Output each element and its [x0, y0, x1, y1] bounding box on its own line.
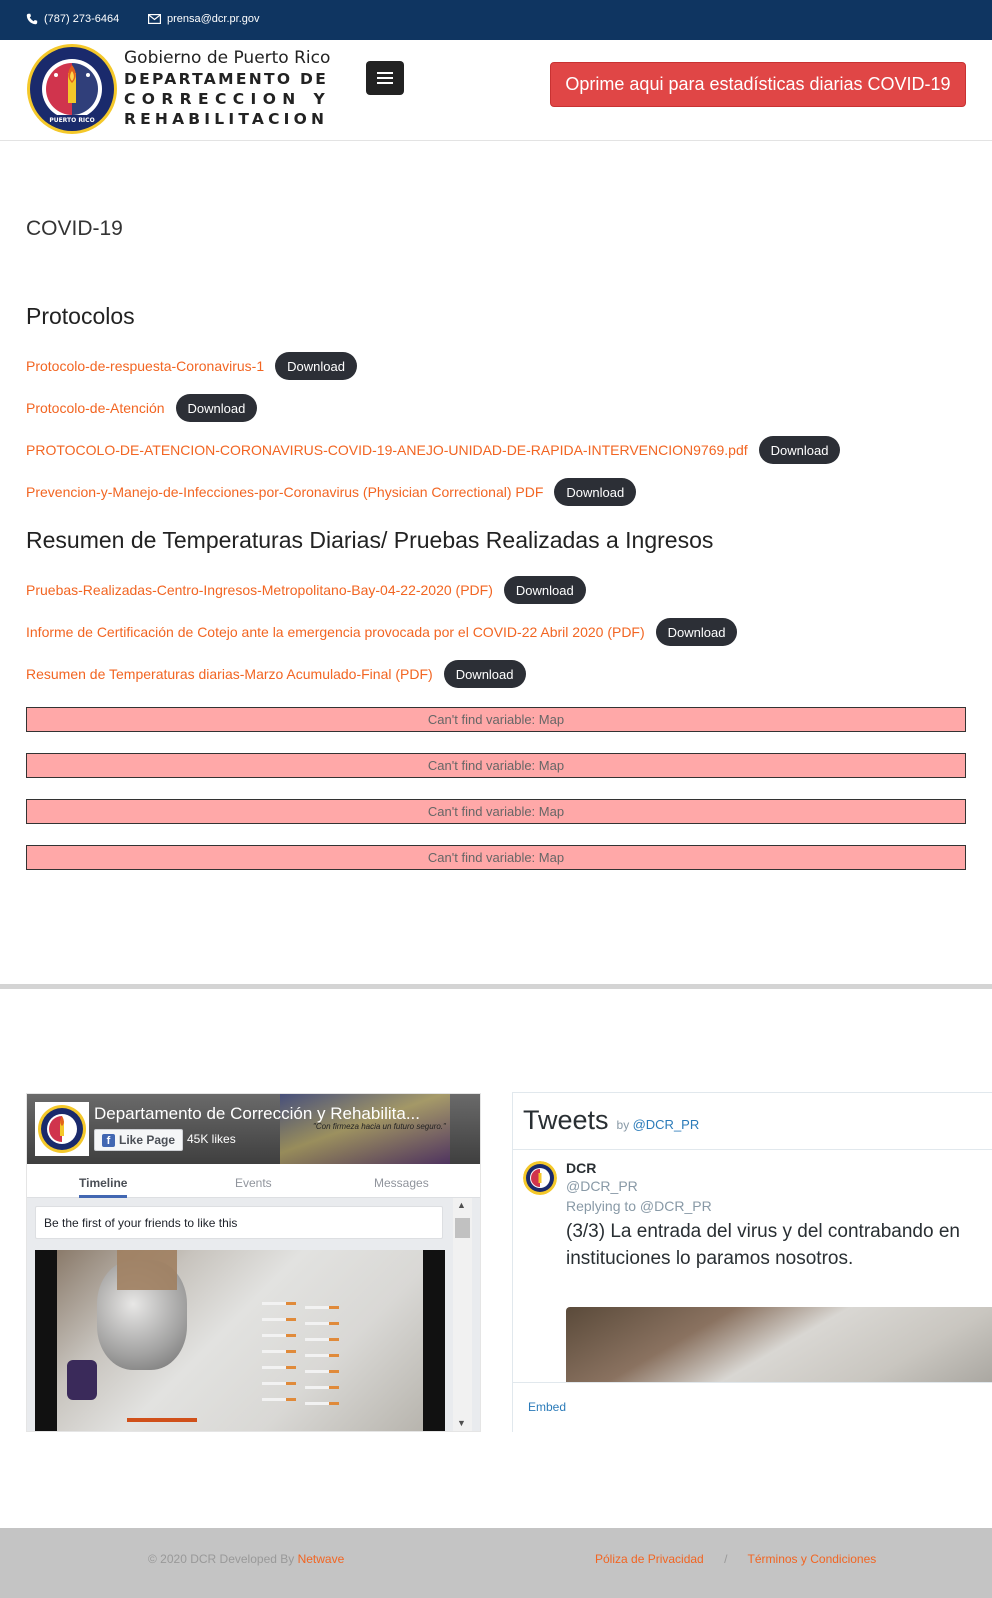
download-button[interactable]: Download [443, 660, 526, 688]
download-button[interactable]: Download [503, 576, 586, 604]
tweet-author-avatar[interactable] [523, 1161, 557, 1195]
tweet-media-image[interactable] [566, 1307, 992, 1382]
like-page-label: Like Page [119, 1133, 176, 1147]
logo-government: Gobierno de Puerto Rico [124, 48, 331, 68]
download-row: PROTOCOLO-DE-ATENCION-CORONAVIRUS-COVID-… [26, 436, 841, 464]
dcr-seal-logo[interactable]: PUERTO RICO [26, 43, 118, 135]
tweet-text-line: (3/3) La entrada del virus y del contrab… [566, 1221, 960, 1242]
document-link[interactable]: PROTOCOLO-DE-ATENCION-CORONAVIRUS-COVID-… [26, 442, 748, 458]
logo-dept-line3: REHABILITACION [124, 110, 329, 128]
section-heading-temperaturas: Resumen de Temperaturas Diarias/ Pruebas… [26, 527, 714, 553]
hamburger-menu-button[interactable] [366, 61, 404, 95]
document-link[interactable]: Prevencion-y-Manejo-de-Infecciones-por-C… [26, 484, 543, 500]
facebook-scrollbar[interactable]: ▲ ▼ [453, 1198, 472, 1431]
download-button[interactable]: Download [758, 436, 841, 464]
facebook-page-widget[interactable]: "Con firmeza hacia un futuro seguro." De… [26, 1093, 481, 1432]
map-error-box: Can't find variable: Map [26, 707, 966, 732]
download-button[interactable]: Download [275, 352, 357, 380]
like-page-button[interactable]: f Like Page [94, 1129, 184, 1151]
section-heading-protocolos: Protocolos [26, 303, 135, 329]
download-row: Resumen de Temperaturas diarias-Marzo Ac… [26, 660, 526, 688]
twitter-separator [513, 1149, 992, 1150]
download-row: Prevencion-y-Manejo-de-Infecciones-por-C… [26, 478, 637, 506]
embed-link[interactable]: Embed [528, 1400, 566, 1414]
footer-links: Póliza de Privacidad / Términos y Condic… [595, 1552, 876, 1566]
download-button[interactable]: Download [655, 618, 738, 646]
tweet-author-name[interactable]: DCR [566, 1160, 596, 1176]
photo-contraband [57, 1250, 423, 1431]
top-contact-bar: (787) 273-6464 prensa@dcr.pr.gov [0, 0, 992, 40]
map-error-box: Can't find variable: Map [26, 799, 966, 824]
phone-number: (787) 273-6464 [44, 13, 120, 25]
menu-icon-bar [377, 72, 393, 74]
footer-copyright: © 2020 DCR Developed By Netwave [148, 1552, 344, 1566]
twitter-footer: Embed [513, 1382, 992, 1432]
download-button[interactable]: Download [175, 394, 258, 422]
scrollbar-thumb[interactable] [455, 1218, 470, 1238]
timeline-photo[interactable] [35, 1250, 445, 1431]
facebook-tabs: Timeline Events Messages [27, 1164, 480, 1198]
site-header: PUERTO RICO Gobierno de Puerto Rico DEPA… [0, 40, 992, 141]
twitter-by: by @DCR_PR [617, 1117, 700, 1132]
scroll-down-icon[interactable]: ▼ [457, 1418, 466, 1428]
copyright-text: © 2020 DCR Developed By [148, 1552, 295, 1566]
email-contact[interactable]: prensa@dcr.pr.gov [148, 13, 260, 25]
footer-separator: / [724, 1552, 728, 1566]
twitter-header: Tweets by @DCR_PR [523, 1105, 699, 1136]
tweet-replying-to[interactable]: Replying to @DCR_PR [566, 1198, 712, 1214]
twitter-handle-link[interactable]: @DCR_PR [633, 1117, 700, 1132]
friends-like-notice: Be the first of your friends to like thi… [35, 1206, 443, 1239]
document-link[interactable]: Protocolo-de-Atención [26, 400, 165, 416]
page-title: COVID-19 [26, 217, 123, 240]
email-address: prensa@dcr.pr.gov [167, 13, 260, 25]
section-divider [0, 984, 992, 989]
site-footer: © 2020 DCR Developed By Netwave Póliza d… [0, 1528, 992, 1598]
phone-icon [26, 13, 38, 25]
scroll-up-icon[interactable]: ▲ [457, 1200, 466, 1210]
facebook-timeline: Be the first of your friends to like thi… [27, 1198, 480, 1431]
facebook-page-avatar[interactable] [35, 1102, 89, 1156]
menu-icon-bar [377, 77, 393, 79]
facebook-f-icon: f [102, 1133, 115, 1147]
envelope-icon [148, 14, 161, 24]
terms-link[interactable]: Términos y Condiciones [748, 1552, 877, 1566]
privacy-policy-link[interactable]: Póliza de Privacidad [595, 1552, 704, 1566]
download-row: Protocolo-de-respuesta-Coronavirus-1 Dow… [26, 352, 357, 380]
tweet-author-handle[interactable]: @DCR_PR [566, 1178, 638, 1194]
twitter-timeline-widget[interactable]: Tweets by @DCR_PR DCR @DCR_PR Replying t… [512, 1092, 992, 1432]
tab-timeline[interactable]: Timeline [79, 1176, 128, 1198]
tab-events[interactable]: Events [235, 1176, 272, 1190]
map-error-box: Can't find variable: Map [26, 753, 966, 778]
twitter-by-label: by [616, 1118, 630, 1132]
logo-dept-line1: DEPARTAMENTO DE [124, 70, 329, 88]
phone-contact[interactable]: (787) 273-6464 [26, 13, 119, 25]
facebook-likes-count: 45K likes [187, 1132, 236, 1146]
developer-link[interactable]: Netwave [298, 1552, 345, 1566]
menu-icon-bar [377, 82, 393, 84]
site-logo-text[interactable]: Gobierno de Puerto Rico DEPARTAMENTO DE … [124, 48, 331, 129]
document-link[interactable]: Pruebas-Realizadas-Centro-Ingresos-Metro… [26, 582, 493, 598]
tweet-text-line: instituciones lo paramos nosotros. [566, 1248, 854, 1269]
download-row: Protocolo-de-Atención Download [26, 394, 258, 422]
download-row: Pruebas-Realizadas-Centro-Ingresos-Metro… [26, 576, 586, 604]
download-row: Informe de Certificación de Cotejo ante … [26, 618, 738, 646]
tab-messages[interactable]: Messages [374, 1176, 429, 1190]
map-error-box: Can't find variable: Map [26, 845, 966, 870]
download-button[interactable]: Download [554, 478, 637, 506]
seal-bottom-text: PUERTO RICO [49, 117, 94, 124]
covid-stats-button[interactable]: Oprime aqui para estadísticas diarias CO… [550, 62, 966, 107]
facebook-page-name[interactable]: Departamento de Corrección y Rehabilita.… [94, 1104, 420, 1124]
twitter-title: Tweets [523, 1105, 609, 1135]
tweet-text: (3/3) La entrada del virus y del contrab… [566, 1218, 992, 1272]
document-link[interactable]: Resumen de Temperaturas diarias-Marzo Ac… [26, 666, 433, 682]
document-link[interactable]: Informe de Certificación de Cotejo ante … [26, 624, 645, 640]
logo-dept-line2: CORRECCION Y [124, 90, 332, 108]
document-link[interactable]: Protocolo-de-respuesta-Coronavirus-1 [26, 358, 264, 374]
